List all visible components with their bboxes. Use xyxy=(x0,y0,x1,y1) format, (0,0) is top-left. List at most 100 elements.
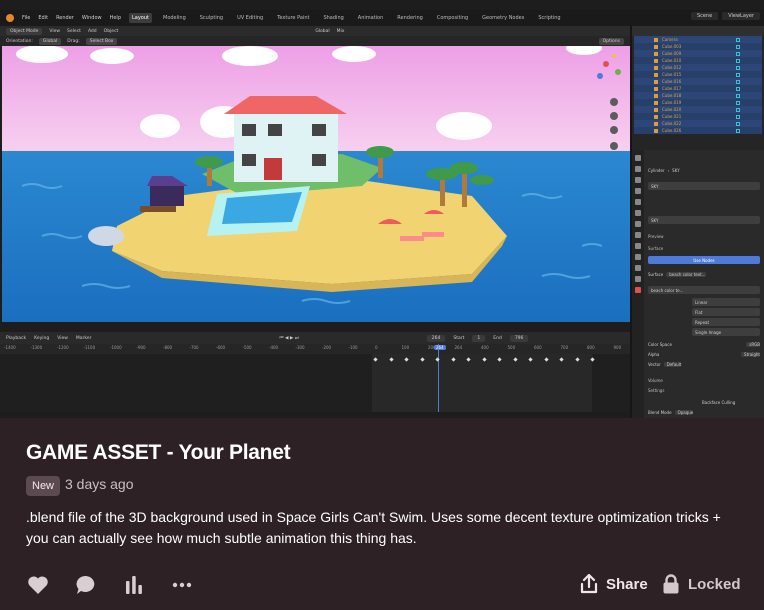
outliner-item-label: Cube.017 xyxy=(662,86,682,91)
extension-field: Repeat xyxy=(692,318,760,326)
post-page: File Edit Render Window Help Layout Mode… xyxy=(0,0,764,610)
outliner-item: Cube.012 xyxy=(634,64,762,71)
menu-help: Help xyxy=(109,15,121,21)
scene-selectors: Scene ViewLayer xyxy=(690,12,760,20)
workspace-tab: Modeling xyxy=(163,15,186,21)
transform-orientation: Global xyxy=(315,28,330,34)
use-nodes-button: Use Nodes xyxy=(648,256,760,264)
outliner-item-label: Cube.010 xyxy=(662,58,682,63)
ruler-tick-label: -200 xyxy=(322,345,332,350)
backface-culling-checkbox: Backface Culling xyxy=(702,399,736,405)
timeline-ruler: -1400 -1300 -1200 -1100 -1000 -900 -800 -700 -60… xyxy=(0,344,630,354)
properties-panel: Cylinder › SKY SKY SKY Preview Surface Us… xyxy=(630,150,764,418)
outliner-item-label: Cube.018 xyxy=(662,93,682,98)
workspace-tab: Animation xyxy=(357,15,384,21)
ruler-tick-label: -1400 xyxy=(4,345,16,350)
current-frame-field: 264 xyxy=(426,334,446,342)
more-options-icon[interactable] xyxy=(170,573,194,597)
outliner-item-label: Cube.003 xyxy=(662,44,682,49)
share-button[interactable]: Share xyxy=(580,574,648,594)
post-image-blender-screenshot[interactable]: File Edit Render Window Help Layout Mode… xyxy=(0,0,764,418)
mesh-data-icon xyxy=(736,86,740,91)
source-field: Single Image xyxy=(692,328,760,336)
start-label: Start xyxy=(453,335,465,341)
frame-range xyxy=(372,354,592,412)
outliner-item: Cube.016 xyxy=(634,78,762,85)
object-icon xyxy=(654,107,658,112)
new-badge: New xyxy=(26,476,61,496)
material-slot: SKY xyxy=(648,182,760,190)
outliner-item: Camera xyxy=(634,36,762,43)
outliner-item-label: Cube.019 xyxy=(662,100,682,105)
post-title[interactable]: GAME ASSET - Your Planet xyxy=(26,441,291,465)
mesh-data-icon xyxy=(736,121,740,126)
tool-settings-header: Orientation: Global Drag: Select Box Opt… xyxy=(0,36,630,46)
share-icon xyxy=(580,574,598,594)
ruler-tick-label: 264 xyxy=(454,345,463,350)
object-icon xyxy=(654,93,658,98)
end-field: 796 xyxy=(509,334,529,342)
mesh-data-icon xyxy=(736,93,740,98)
object-icon xyxy=(654,51,658,56)
share-label: Share xyxy=(606,575,648,593)
object-icon xyxy=(654,86,658,91)
ruler-tick-label: 500 xyxy=(507,345,516,350)
properties-tabs xyxy=(632,150,644,418)
mesh-data-icon xyxy=(736,114,740,119)
mesh-data-icon xyxy=(736,72,740,77)
ruler-tick-label: -1200 xyxy=(57,345,69,350)
outliner-item: Cube.010 xyxy=(634,57,762,64)
object-icon xyxy=(654,37,658,42)
post-description: .blend file of the 3D background used in… xyxy=(26,509,721,546)
workspace-tab: Scripting xyxy=(538,15,561,21)
material-name-field: SKY xyxy=(648,216,760,224)
mesh-data-icon xyxy=(736,100,740,105)
outliner-item: Cube.026 xyxy=(634,127,762,134)
workspace-tab: Texture Paint xyxy=(277,15,310,21)
outliner-item: Cube.022 xyxy=(634,120,762,127)
blender-logo-icon xyxy=(6,14,14,22)
orientation-value: Global xyxy=(38,37,62,45)
settings-section: Settings xyxy=(648,387,665,393)
color-space-row: Color Space sRGB xyxy=(648,341,760,347)
mesh-data-icon xyxy=(736,79,740,84)
object-breadcrumb: Cylinder › SKY xyxy=(648,167,680,173)
ruler-tick-label: 800 xyxy=(587,345,595,350)
mesh-data-icon xyxy=(736,58,740,63)
outliner-item: Cube.018 xyxy=(634,92,762,99)
workspace-tab: Geometry Nodes xyxy=(482,15,525,21)
blender-menubar: File Edit Render Window Help Layout Mode… xyxy=(0,10,764,26)
ruler-tick-label: -300 xyxy=(295,345,305,350)
playhead-label: 264 xyxy=(434,345,446,350)
mesh-data-icon xyxy=(736,37,740,42)
keying-menu: Keying xyxy=(34,335,50,341)
ruler-tick-label: -500 xyxy=(242,345,252,350)
stats-icon[interactable] xyxy=(122,573,146,597)
workspace-tab: Shading xyxy=(323,15,344,21)
drag-value: Select Box xyxy=(85,37,118,45)
ruler-tick-label: 900 xyxy=(613,345,622,350)
outliner-item: Cube.015 xyxy=(634,71,762,78)
ruler-tick-label: -1000 xyxy=(110,345,122,350)
ruler-tick-label: 100 xyxy=(401,345,410,350)
menu-render: Render xyxy=(56,15,74,21)
ruler-tick-label: -400 xyxy=(269,345,279,350)
ruler-tick-label: -1300 xyxy=(30,345,43,350)
locked-status: Locked xyxy=(662,574,741,594)
start-field: 1 xyxy=(472,334,486,342)
lock-icon xyxy=(663,574,679,594)
preview-section: Preview xyxy=(648,233,664,239)
ruler-tick-label: 400 xyxy=(481,345,489,350)
ruler-tick-label: -100 xyxy=(348,345,358,350)
alpha-row: Alpha Straight xyxy=(648,351,760,357)
ruler-tick-label: -900 xyxy=(136,345,146,350)
heart-icon[interactable] xyxy=(26,573,50,597)
timeline-header: Playback Keying View Marker ⏮ ◀ ▶ ⏭ 264 … xyxy=(0,332,630,344)
viewport-header: Object Mode View Select Add Object Globa… xyxy=(0,26,630,36)
menu-select: Select xyxy=(67,28,81,34)
ruler-tick-label: 700 xyxy=(560,345,569,350)
object-icon xyxy=(654,79,658,84)
vector-row: Vector Default xyxy=(648,361,682,367)
mode-dropdown: Object Mode xyxy=(6,27,43,35)
comment-icon[interactable] xyxy=(74,573,98,597)
